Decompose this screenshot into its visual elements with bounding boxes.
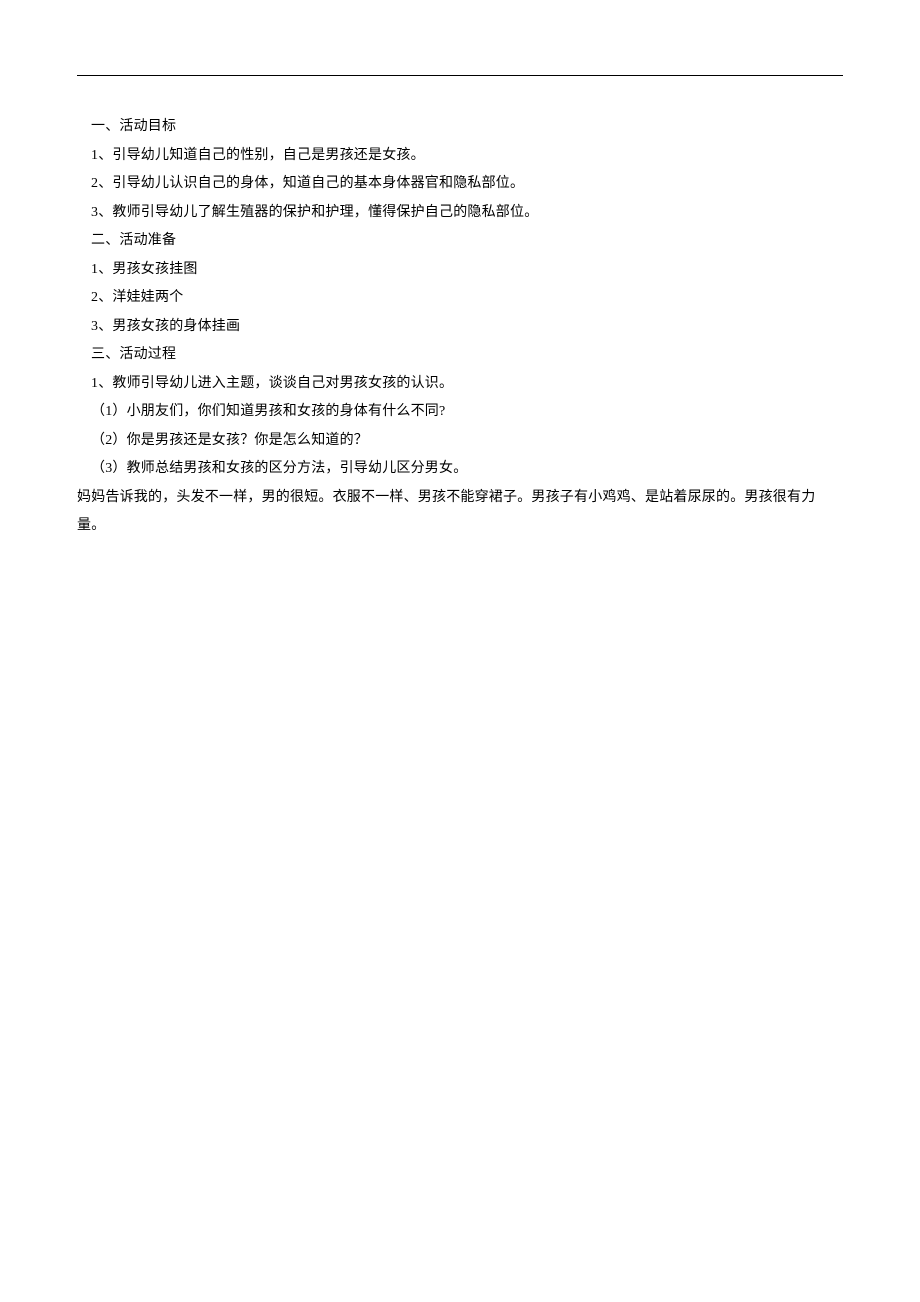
text-line: 3、男孩女孩的身体挂画: [77, 320, 843, 334]
text-line: 2、引导幼儿认识自己的身体，知道自己的基本身体器官和隐私部位。: [77, 177, 843, 191]
text-line: 1、教师引导幼儿进入主题，谈谈自己对男孩女孩的认识。: [77, 377, 843, 391]
text-line: 2、洋娃娃两个: [77, 291, 843, 305]
text-line: （3）教师总结男孩和女孩的区分方法，引导幼儿区分男女。: [77, 462, 843, 476]
document-page: 一、活动目标 1、引导幼儿知道自己的性别，自己是男孩还是女孩。 2、引导幼儿认识…: [0, 0, 920, 533]
text-line: （1）小朋友们，你们知道男孩和女孩的身体有什么不同?: [77, 405, 843, 419]
text-line: 量。: [77, 519, 843, 533]
text-line: 妈妈告诉我的，头发不一样，男的很短。衣服不一样、男孩不能穿裙子。男孩子有小鸡鸡、…: [77, 491, 843, 505]
text-line: 一、活动目标: [77, 120, 843, 134]
text-line: 3、教师引导幼儿了解生殖器的保护和护理，懂得保护自己的隐私部位。: [77, 206, 843, 220]
horizontal-rule: [77, 75, 843, 76]
text-line: 二、活动准备: [77, 234, 843, 248]
text-line: 1、引导幼儿知道自己的性别，自己是男孩还是女孩。: [77, 149, 843, 163]
text-line: 1、男孩女孩挂图: [77, 263, 843, 277]
text-line: 三、活动过程: [77, 348, 843, 362]
text-line: （2）你是男孩还是女孩？你是怎么知道的？: [77, 434, 843, 448]
document-body: 一、活动目标 1、引导幼儿知道自己的性别，自己是男孩还是女孩。 2、引导幼儿认识…: [77, 120, 843, 533]
